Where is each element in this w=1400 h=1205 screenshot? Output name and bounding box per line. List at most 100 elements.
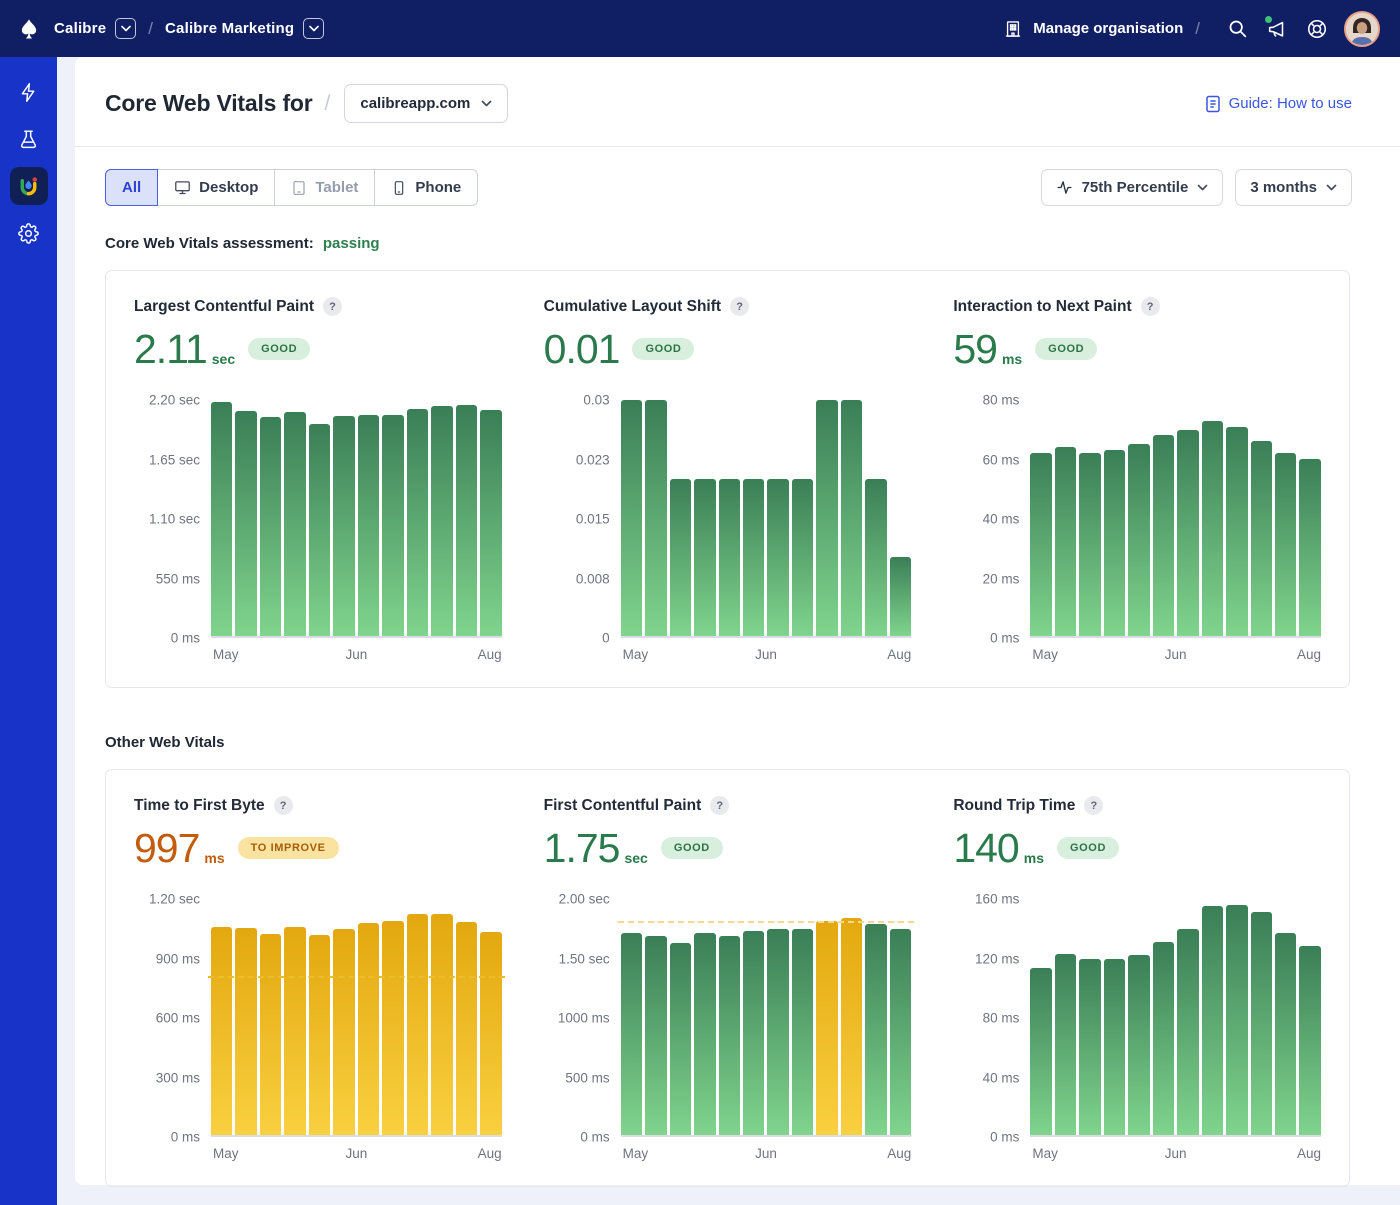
chart-bar	[1251, 912, 1272, 1135]
x-axis-label: May	[1032, 647, 1058, 662]
chart-bar	[890, 557, 911, 636]
chart-bar	[694, 479, 715, 636]
chart-bar	[645, 936, 666, 1135]
org-switcher-button[interactable]	[115, 18, 136, 39]
announcements-button[interactable]	[1262, 14, 1292, 44]
y-axis: 2.00 sec1.50 sec1000 ms500 ms0 ms	[544, 899, 610, 1137]
chart-bar	[407, 914, 428, 1135]
y-axis: 160 ms120 ms80 ms40 ms0 ms	[953, 899, 1019, 1137]
metric-row: 997msTO IMPROVE	[134, 823, 502, 873]
chart-bar	[284, 927, 305, 1135]
metric-unit: sec	[212, 351, 235, 374]
tab-desktop[interactable]: Desktop	[157, 169, 275, 206]
phone-icon	[391, 180, 407, 196]
assessment-status: passing	[323, 235, 380, 252]
chart-bar	[792, 929, 813, 1136]
chart-time-to-first-byte: Time to First Byte? 997msTO IMPROVE 1.20 s…	[134, 796, 502, 1166]
chart-bar	[1055, 954, 1076, 1135]
x-axis-label: Jun	[755, 647, 777, 662]
metric-row: 2.11secGOOD	[134, 324, 502, 374]
calibre-logo-icon	[18, 17, 40, 41]
y-axis-label: 0 ms	[171, 631, 200, 646]
bars-area	[211, 400, 502, 638]
y-axis-label: 0 ms	[990, 631, 1019, 646]
team-switcher-button[interactable]	[303, 18, 324, 39]
user-avatar[interactable]	[1344, 11, 1380, 47]
percentile-dropdown[interactable]: 75th Percentile	[1041, 169, 1224, 206]
site-selector-dropdown[interactable]: calibreapp.com	[344, 84, 508, 123]
sidebar-item-settings[interactable]	[10, 214, 48, 252]
help-button[interactable]	[1302, 14, 1332, 44]
topbar-actions: Manage organisation /	[1003, 11, 1380, 47]
chart-bar	[1104, 959, 1125, 1135]
y-axis-label: 600 ms	[156, 1011, 200, 1026]
chart-title: Cumulative Layout Shift	[544, 298, 721, 316]
device-filter-tabs: All Desktop Tablet Phone	[105, 169, 478, 206]
metric-row: 140msGOOD	[953, 823, 1321, 873]
team-name[interactable]: Calibre Marketing	[165, 20, 294, 37]
chart-plot: 1.20 sec900 ms600 ms300 ms0 msMayJunAug	[134, 899, 502, 1166]
threshold-line	[618, 921, 915, 923]
chart-bar	[1226, 905, 1247, 1135]
sidebar-item-core-web-vitals[interactable]	[10, 167, 48, 205]
help-icon[interactable]: ?	[710, 796, 729, 815]
chart-plot: 2.20 sec1.65 sec1.10 sec550 ms0 msMayJun…	[134, 400, 502, 667]
x-axis-label: Jun	[345, 647, 367, 662]
chart-bar	[480, 932, 501, 1135]
y-axis-label: 20 ms	[983, 571, 1020, 586]
manage-organisation-button[interactable]: Manage organisation	[1003, 19, 1183, 39]
metric-unit: ms	[1002, 351, 1022, 374]
flask-icon	[18, 129, 39, 150]
org-name[interactable]: Calibre	[54, 20, 106, 37]
x-axis: MayJunAug	[621, 1146, 912, 1166]
plot-area: MayJunAug	[621, 899, 912, 1166]
metric-value: 59	[953, 326, 997, 373]
chart-bar	[1275, 453, 1296, 636]
x-axis: MayJunAug	[211, 647, 502, 667]
status-badge: GOOD	[661, 837, 723, 859]
period-dropdown[interactable]: 3 months	[1235, 169, 1352, 206]
tab-phone[interactable]: Phone	[374, 169, 478, 206]
metric-value: 2.11	[134, 326, 207, 373]
search-button[interactable]	[1222, 14, 1252, 44]
chart-cumulative-layout-shift: Cumulative Layout Shift?0.01GOOD0.030.02…	[544, 297, 912, 667]
help-icon[interactable]: ?	[323, 297, 342, 316]
chart-title: Time to First Byte	[134, 797, 265, 815]
y-axis-label: 160 ms	[975, 892, 1019, 907]
y-axis-label: 80 ms	[983, 393, 1020, 408]
chart-bar	[1104, 450, 1125, 636]
notification-dot	[1265, 16, 1272, 23]
x-axis: MayJunAug	[211, 1146, 502, 1166]
status-badge: GOOD	[1035, 338, 1097, 360]
chart-bar	[431, 406, 452, 636]
help-icon[interactable]: ?	[1084, 796, 1103, 815]
x-axis-label: Jun	[755, 1146, 777, 1161]
x-axis-label: May	[623, 1146, 649, 1161]
manage-organisation-label: Manage organisation	[1033, 20, 1183, 37]
sidebar-item-speed[interactable]	[10, 73, 48, 111]
tab-tablet[interactable]: Tablet	[274, 169, 375, 206]
x-axis: MayJunAug	[621, 647, 912, 667]
core-web-vitals-card: Largest Contentful Paint?2.11secGOOD2.20…	[105, 270, 1350, 688]
y-axis-label: 1000 ms	[558, 1011, 610, 1026]
chart-bar	[284, 412, 305, 636]
desktop-icon	[174, 179, 191, 196]
chart-bar	[358, 923, 379, 1135]
y-axis-label: 1.10 sec	[149, 512, 200, 527]
search-icon	[1227, 18, 1248, 39]
y-axis-label: 2.00 sec	[559, 892, 610, 907]
bars-area	[211, 899, 502, 1137]
chart-bar	[816, 400, 837, 636]
chart-bar	[694, 933, 715, 1135]
sidebar-navigation	[0, 57, 57, 1205]
chart-first-contentful-paint: First Contentful Paint?1.75secGOOD2.00 s…	[544, 796, 912, 1166]
help-icon[interactable]: ?	[1141, 297, 1160, 316]
sidebar-item-tests[interactable]	[10, 120, 48, 158]
metric-row: 0.01GOOD	[544, 324, 912, 374]
guide-link[interactable]: Guide: How to use	[1205, 95, 1352, 113]
help-icon[interactable]: ?	[730, 297, 749, 316]
document-icon	[1205, 95, 1221, 113]
tab-all-devices[interactable]: All	[105, 169, 158, 206]
y-axis-label: 500 ms	[565, 1070, 609, 1085]
help-icon[interactable]: ?	[274, 796, 293, 815]
